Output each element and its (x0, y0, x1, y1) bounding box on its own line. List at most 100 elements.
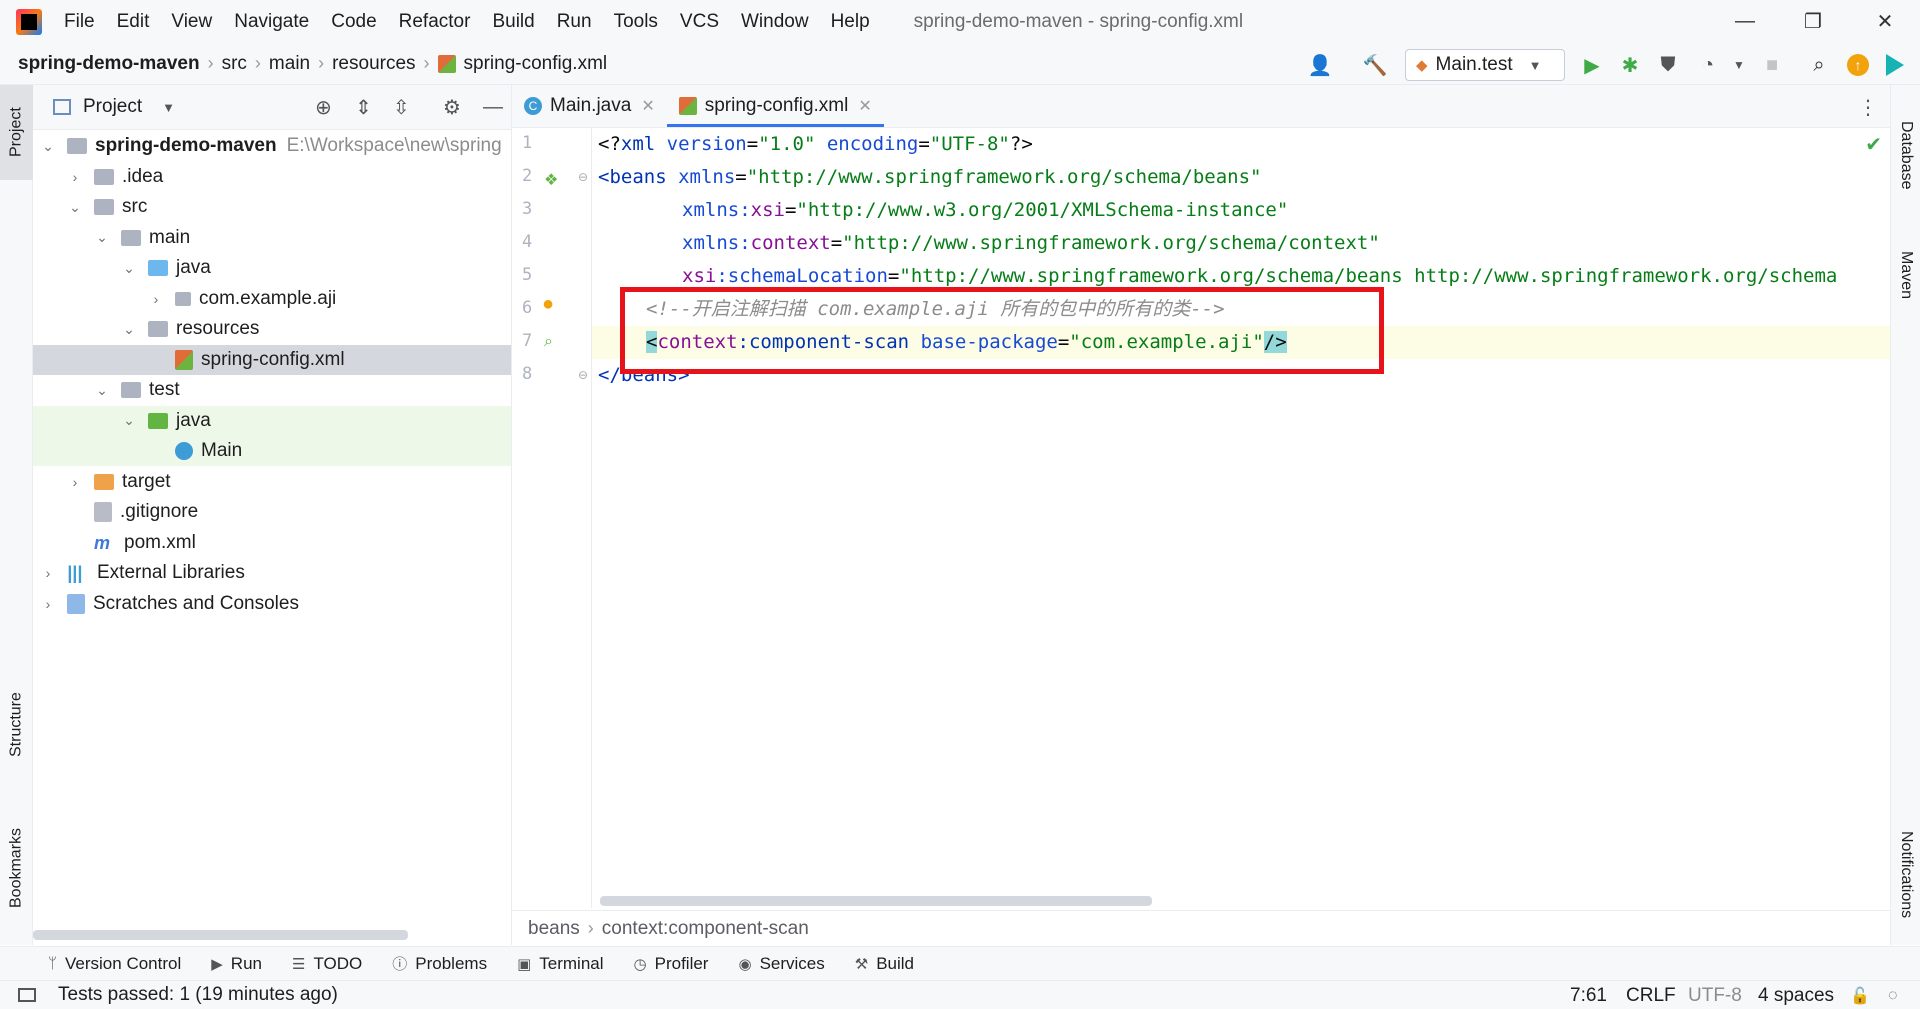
debug-icon[interactable]: ✱ (1615, 50, 1645, 80)
menu-build[interactable]: Build (492, 11, 534, 33)
chevron-down-icon[interactable]: ⌄ (122, 412, 136, 429)
tree-item-gitignore[interactable]: .gitignore (33, 497, 511, 527)
tree-item-scratches-and-consoles[interactable]: › Scratches and Consoles (33, 589, 511, 619)
chevron-down-icon[interactable]: ▼ (162, 100, 175, 115)
inspection-ok-icon[interactable]: ✔ (1865, 132, 1882, 157)
tree-item-com-example-aji[interactable]: › com.example.aji (33, 284, 511, 314)
breadcrumb-project[interactable]: spring-demo-maven (18, 53, 200, 75)
tree-item-spring-config-xml[interactable]: spring-config.xml (33, 344, 511, 375)
maximize-button[interactable]: ❐ (1793, 6, 1833, 36)
collapse-all-icon[interactable]: ⇳ (393, 95, 410, 120)
version-control-tool-button[interactable]: ᛘ Version Control (48, 954, 181, 974)
minimize-button[interactable]: — (1725, 6, 1765, 36)
close-window-button[interactable]: ✕ (1865, 6, 1905, 36)
status-message[interactable]: Tests passed: 1 (19 minutes ago) (58, 984, 338, 1006)
menu-view[interactable]: View (171, 11, 212, 33)
lock-icon[interactable]: 🔓 (1850, 981, 1870, 1009)
tab-spring-config-xml[interactable]: spring-config.xml ✕ (666, 84, 884, 127)
menu-window[interactable]: Window (741, 11, 809, 33)
menu-vcs[interactable]: VCS (680, 11, 719, 33)
structure-tool-tab[interactable]: Structure (0, 675, 33, 775)
breadcrumb-beans[interactable]: beans (528, 918, 580, 940)
editor-horizontal-scrollbar[interactable] (600, 896, 1152, 906)
encoding-selector[interactable]: UTF-8 (1688, 981, 1742, 1009)
chevron-down-icon[interactable]: ⌄ (122, 321, 136, 338)
breadcrumb-resources[interactable]: resources (332, 53, 415, 75)
intellij-logo-icon[interactable] (16, 8, 42, 35)
hide-panel-icon[interactable]: — (483, 96, 503, 119)
spring-scan-icon[interactable]: ⌕ (544, 333, 553, 351)
indent-selector[interactable]: 4 spaces (1758, 981, 1834, 1009)
menu-edit[interactable]: Edit (117, 11, 150, 33)
more-tabs-icon[interactable]: ⋮ (1858, 95, 1878, 120)
code-with-me-icon[interactable] (1880, 50, 1910, 80)
tree-item-src[interactable]: ⌄ src (33, 192, 511, 222)
memory-indicator-icon[interactable]: ◌ (1888, 981, 1898, 1009)
project-tool-tab[interactable]: Project (0, 85, 33, 180)
run-tool-button[interactable]: ▶ Run (211, 954, 262, 974)
tree-item-spring-demo-maven[interactable]: ⌄ spring-demo-maven E:\Workspace\new\sprin… (33, 131, 511, 161)
gear-icon[interactable]: ⚙ (443, 95, 461, 120)
bookmarks-tool-tab[interactable]: Bookmarks (0, 810, 33, 925)
horizontal-scrollbar[interactable] (33, 930, 408, 940)
build-tool-button[interactable]: ⚒ Build (855, 954, 914, 974)
chevron-down-icon[interactable]: ⌄ (68, 199, 82, 216)
menu-run[interactable]: Run (557, 11, 592, 33)
chevron-right-icon[interactable]: › (41, 565, 55, 581)
profile-icon[interactable]: ◔ (1693, 50, 1723, 80)
chevron-down-icon[interactable]: ⌄ (95, 229, 109, 246)
tree-item-idea[interactable]: › .idea (33, 162, 511, 192)
intention-bulb-icon[interactable]: ● (542, 293, 554, 316)
tree-item-test[interactable]: ⌄ test (33, 375, 511, 405)
fold-icon[interactable]: ⊖ (578, 170, 588, 184)
menu-navigate[interactable]: Navigate (234, 11, 309, 33)
tree-item-resources[interactable]: ⌄ resources (33, 314, 511, 344)
toggle-tool-windows-icon[interactable] (18, 988, 36, 1002)
tree-item-external-libraries[interactable]: › ||| External Libraries (33, 558, 511, 588)
update-icon[interactable]: ↑ (1843, 50, 1873, 80)
breadcrumb-src[interactable]: src (222, 53, 247, 75)
tree-item-java[interactable]: ⌄ java (33, 405, 511, 436)
chevron-down-icon[interactable]: ⌄ (41, 138, 55, 155)
coverage-icon[interactable]: ⛊ (1653, 50, 1683, 80)
user-account-icon[interactable]: 👤 (1305, 50, 1335, 80)
menu-code[interactable]: Code (331, 11, 376, 33)
profiler-tool-button[interactable]: ◷ Profiler (634, 954, 709, 974)
build-hammer-icon[interactable]: 🔨 (1360, 50, 1390, 80)
terminal-tool-button[interactable]: ▣ Terminal (517, 954, 603, 974)
line-ending-selector[interactable]: CRLF (1626, 981, 1676, 1009)
todo-tool-button[interactable]: ☰ TODO (292, 954, 362, 974)
tab-main-java[interactable]: C Main.java ✕ (512, 84, 667, 127)
expand-all-icon[interactable]: ⇕ (355, 95, 372, 120)
menu-help[interactable]: Help (831, 11, 870, 33)
chevron-down-icon[interactable]: ⌄ (95, 382, 109, 399)
problems-tool-button[interactable]: ⓘ Problems (392, 953, 487, 974)
database-tool-tab[interactable]: Database (1891, 95, 1920, 215)
breadcrumb-component-scan[interactable]: context:component-scan (602, 918, 809, 940)
chevron-right-icon[interactable]: › (68, 169, 82, 185)
tree-item-main[interactable]: Main (33, 436, 511, 466)
tree-item-main[interactable]: ⌄ main (33, 223, 511, 253)
close-icon[interactable]: ✕ (858, 96, 871, 116)
menu-refactor[interactable]: Refactor (399, 11, 471, 33)
chevron-right-icon[interactable]: › (41, 596, 55, 612)
fold-icon[interactable]: ⊖ (578, 368, 588, 382)
run-icon[interactable]: ▶ (1577, 50, 1607, 80)
locate-file-icon[interactable]: ⊕ (315, 95, 332, 120)
breadcrumb-file[interactable]: spring-config.xml (437, 53, 607, 75)
menu-file[interactable]: File (64, 11, 95, 33)
tree-item-pom-xml[interactable]: m pom.xml (33, 528, 511, 558)
code-editor[interactable]: <?xml version="1.0" encoding="UTF-8"?> <… (592, 128, 1890, 908)
more-run-chevron-icon[interactable]: ▼ (1724, 50, 1754, 80)
tree-item-java[interactable]: ⌄ java (33, 253, 511, 283)
close-icon[interactable]: ✕ (641, 96, 654, 116)
breadcrumb-main[interactable]: main (269, 53, 310, 75)
chevron-right-icon[interactable]: › (149, 291, 163, 307)
spring-beans-icon[interactable]: ❖ (544, 170, 558, 190)
project-panel-title[interactable]: Project (83, 96, 142, 118)
services-tool-button[interactable]: ◉ Services (738, 954, 824, 974)
caret-position[interactable]: 7:61 (1570, 981, 1607, 1009)
tree-item-target[interactable]: › target (33, 467, 511, 497)
chevron-right-icon[interactable]: › (68, 474, 82, 490)
menu-tools[interactable]: Tools (614, 11, 658, 33)
